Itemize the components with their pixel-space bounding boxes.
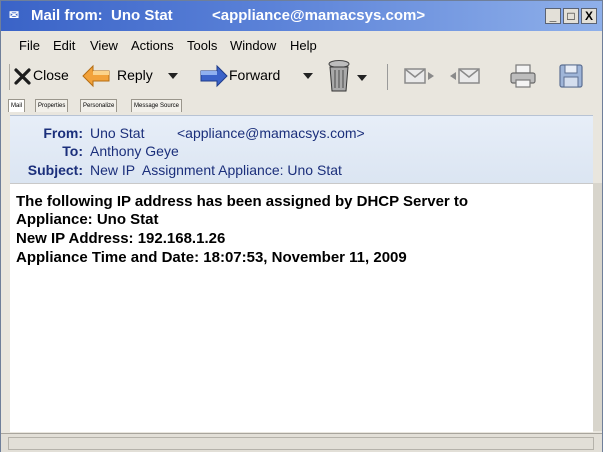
maximize-button[interactable]: □ bbox=[563, 8, 579, 24]
forward-dropdown-arrow-icon[interactable] bbox=[303, 73, 313, 79]
reply-arrow-icon bbox=[82, 64, 110, 88]
subject-label: Subject: bbox=[27, 162, 83, 178]
tab-properties[interactable]: Properties bbox=[35, 99, 69, 112]
tab-message-source[interactable]: Message Source bbox=[131, 99, 183, 112]
window-title: Mail from: Uno Stat bbox=[31, 7, 173, 24]
status-bar bbox=[1, 433, 602, 452]
next-envelope-icon bbox=[450, 68, 480, 84]
subject-value: New IP Assignment Appliance: Uno Stat bbox=[90, 162, 342, 178]
menu-help[interactable]: Help bbox=[290, 38, 317, 53]
printer-icon bbox=[510, 64, 536, 88]
forward-label: Forward bbox=[229, 67, 281, 83]
forward-arrow-icon bbox=[200, 64, 228, 88]
menu-tools[interactable]: Tools bbox=[187, 38, 217, 53]
title-bar[interactable]: ✉ Mail from: Uno Stat <appliance@mamacsy… bbox=[1, 1, 602, 31]
forward-button[interactable]: Forward bbox=[195, 61, 317, 91]
mail-app-icon: ✉ bbox=[9, 8, 20, 22]
close-x-icon bbox=[14, 68, 31, 85]
message-tabs: Mail Properties Personalize Message Sour… bbox=[1, 97, 602, 113]
menu-actions[interactable]: Actions bbox=[131, 38, 174, 53]
message-header: From: Uno Stat <appliance@mamacsys.com> … bbox=[10, 115, 593, 184]
window-title-address: <appliance@mamacsys.com> bbox=[212, 7, 426, 24]
toolbar-separator bbox=[387, 64, 388, 90]
to-value[interactable]: Anthony Geye bbox=[90, 143, 179, 159]
mail-window: ✉ Mail from: Uno Stat <appliance@mamacsy… bbox=[0, 0, 603, 452]
floppy-disk-icon bbox=[559, 64, 583, 88]
save-button[interactable] bbox=[557, 62, 585, 90]
body-line: New IP Address: 192.168.1.26 bbox=[16, 230, 226, 247]
delete-button[interactable] bbox=[325, 59, 373, 93]
vertical-scrollbar[interactable] bbox=[593, 183, 602, 431]
next-message-button[interactable] bbox=[447, 63, 487, 89]
menu-window[interactable]: Window bbox=[230, 38, 276, 53]
menu-file[interactable]: File bbox=[19, 38, 40, 53]
print-button[interactable] bbox=[509, 62, 537, 90]
tab-mail[interactable]: Mail bbox=[8, 99, 26, 112]
close-window-button[interactable]: X bbox=[581, 8, 597, 24]
menu-view[interactable]: View bbox=[90, 38, 118, 53]
body-line: Appliance Time and Date: 18:07:53, Novem… bbox=[16, 249, 407, 266]
reply-button[interactable]: Reply bbox=[79, 61, 183, 91]
body-line: The following IP address has been assign… bbox=[16, 193, 469, 210]
body-line: Appliance: Uno Stat bbox=[16, 211, 159, 228]
close-button[interactable]: Close bbox=[14, 61, 76, 91]
message-body[interactable]: The following IP address has been assign… bbox=[10, 183, 593, 432]
close-label: Close bbox=[33, 67, 69, 83]
menu-edit[interactable]: Edit bbox=[53, 38, 75, 53]
previous-envelope-icon bbox=[404, 68, 434, 84]
previous-message-button[interactable] bbox=[403, 63, 437, 89]
to-label: To: bbox=[62, 143, 83, 159]
minimize-button[interactable]: _ bbox=[545, 8, 561, 24]
toolbar: Close Reply Forward bbox=[1, 57, 602, 95]
from-address[interactable]: <appliance@mamacsys.com> bbox=[177, 125, 365, 141]
trash-can-icon bbox=[328, 60, 350, 92]
from-label: From: bbox=[43, 125, 83, 141]
toolbar-grip bbox=[9, 64, 10, 90]
delete-dropdown-arrow-icon[interactable] bbox=[357, 75, 367, 81]
reply-label: Reply bbox=[117, 67, 153, 83]
status-segment bbox=[8, 437, 594, 450]
reply-dropdown-arrow-icon[interactable] bbox=[168, 73, 178, 79]
menu-bar: File Edit View Actions Tools Window Help bbox=[1, 31, 602, 57]
from-name[interactable]: Uno Stat bbox=[90, 125, 144, 141]
tab-personalize[interactable]: Personalize bbox=[80, 99, 118, 112]
